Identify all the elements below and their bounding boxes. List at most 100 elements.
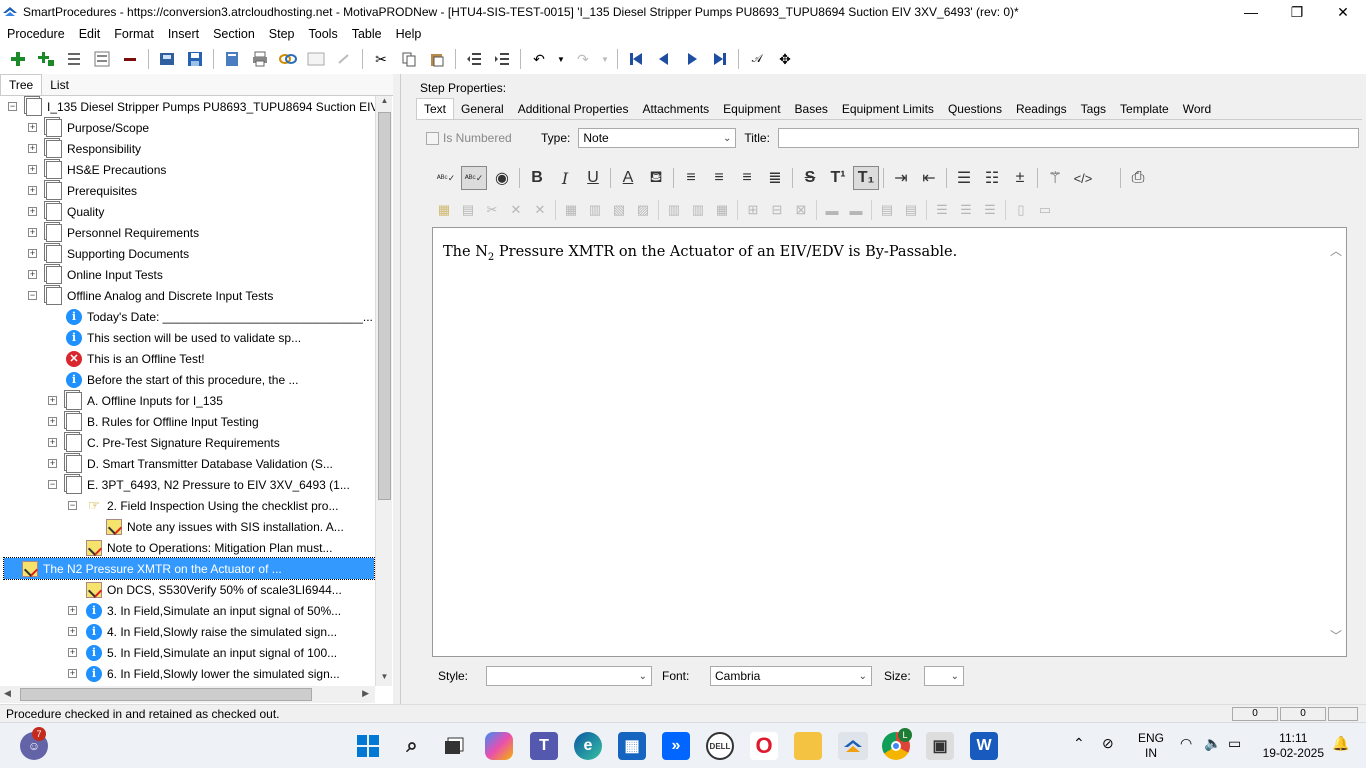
tab-general[interactable]: General <box>454 99 511 119</box>
tab-bases[interactable]: Bases <box>788 99 835 119</box>
font-select[interactable]: Cambria ⌄ <box>710 666 872 686</box>
save-icon[interactable] <box>184 48 206 70</box>
teams-icon[interactable]: T <box>530 732 558 760</box>
checkin-icon[interactable] <box>156 48 178 70</box>
minimize-button[interactable]: — <box>1228 0 1274 24</box>
align-right-icon[interactable]: ≡ <box>734 166 760 190</box>
tab-equipment[interactable]: Equipment <box>716 99 787 119</box>
list-icon[interactable] <box>63 48 85 70</box>
expand-icon[interactable]: + <box>68 648 77 657</box>
undo-dropdown-icon[interactable]: ▼ <box>556 48 566 70</box>
bold-icon[interactable]: B <box>524 166 550 190</box>
scroll-right-icon[interactable]: ▶ <box>362 688 369 699</box>
file-explorer-icon[interactable] <box>794 732 822 760</box>
menu-table[interactable]: Table <box>345 27 389 41</box>
close-button[interactable]: ✕ <box>1320 0 1366 24</box>
expand-icon[interactable]: + <box>68 669 77 678</box>
tab-attachments[interactable]: Attachments <box>635 99 716 119</box>
wifi-icon[interactable]: ◠ <box>1180 735 1192 752</box>
scroll-thumb[interactable] <box>378 112 391 500</box>
expand-icon[interactable]: + <box>28 207 37 216</box>
dell-icon[interactable]: DELL <box>706 732 734 760</box>
tree-item[interactable]: + Supporting Documents <box>28 243 189 264</box>
size-select[interactable]: ⌄ <box>924 666 964 686</box>
expand-icon[interactable]: + <box>68 606 77 615</box>
notifications-icon[interactable]: 🔔 <box>1332 735 1349 752</box>
search-icon[interactable]: ⌕ <box>398 732 426 760</box>
strikethrough-icon[interactable]: S <box>797 166 823 190</box>
copilot-icon[interactable] <box>485 732 513 760</box>
tab-equipment-limits[interactable]: Equipment Limits <box>835 99 941 119</box>
numbered-list-icon[interactable]: ☷ <box>979 166 1005 190</box>
tab-readings[interactable]: Readings <box>1009 99 1074 119</box>
export-icon[interactable] <box>221 48 243 70</box>
tree-item[interactable]: − E. 3PT_6493, N2 Pressure to EIV 3XV_649… <box>48 474 350 495</box>
tab-tags[interactable]: Tags <box>1074 99 1113 119</box>
opera-icon[interactable]: O <box>750 732 778 760</box>
insert-symbol-icon[interactable]: ± <box>1007 166 1033 190</box>
menu-procedure[interactable]: Procedure <box>0 27 72 41</box>
fill-color-icon[interactable]: ⛾ <box>643 166 669 190</box>
cut-icon[interactable]: ✂ <box>370 48 392 70</box>
next-step-icon[interactable] <box>681 48 703 70</box>
font-color-icon[interactable]: A <box>615 166 641 190</box>
tree-item[interactable]: Note any issues with SIS installation. A… <box>88 516 344 537</box>
align-center-icon[interactable]: ≡ <box>706 166 732 190</box>
tree-item[interactable]: − I_135 Diesel Stripper Pumps PU8693_TUPU… <box>8 96 375 117</box>
tree-item[interactable]: The N2 Pressure XMTR on the Actuator of … <box>3 557 375 580</box>
print-preview-icon[interactable]: ⎙ <box>1125 166 1151 190</box>
previous-step-icon[interactable] <box>653 48 675 70</box>
tab-tree[interactable]: Tree <box>0 74 43 95</box>
tree-item[interactable]: + Purpose/Scope <box>28 117 149 138</box>
properties-icon[interactable] <box>91 48 113 70</box>
tree-item[interactable]: i Before the start of this procedure, the… <box>48 369 298 390</box>
expand-icon[interactable]: + <box>28 270 37 279</box>
tab-questions[interactable]: Questions <box>941 99 1009 119</box>
tree-item[interactable]: + Prerequisites <box>28 180 137 201</box>
expand-icon[interactable]: + <box>48 459 57 468</box>
outdent-icon[interactable] <box>463 48 485 70</box>
link-icon[interactable] <box>277 48 299 70</box>
expand-icon[interactable]: + <box>28 228 37 237</box>
scroll-left-icon[interactable]: ◀ <box>4 688 11 699</box>
italic-icon[interactable]: I <box>552 166 578 190</box>
tree-horizontal-scrollbar[interactable]: ◀ ▶ <box>0 686 375 703</box>
paste-icon[interactable] <box>426 48 448 70</box>
align-left-icon[interactable]: ≡ <box>678 166 704 190</box>
start-icon[interactable] <box>354 732 382 760</box>
spell-check-icon[interactable]: 𝒜 <box>746 48 768 70</box>
tab-template[interactable]: Template <box>1113 99 1176 119</box>
tree-item[interactable]: On DCS, S530Verify 50% of scale3LI6944..… <box>68 579 342 600</box>
menu-section[interactable]: Section <box>206 27 262 41</box>
tree-item[interactable]: + Online Input Tests <box>28 264 163 285</box>
tab-word[interactable]: Word <box>1176 99 1218 119</box>
delete-icon[interactable] <box>119 48 141 70</box>
tree-item[interactable]: + Personnel Requirements <box>28 222 199 243</box>
tree-item[interactable]: + D. Smart Transmitter Database Validatio… <box>48 453 333 474</box>
indent-right-icon[interactable]: ⇥ <box>888 166 914 190</box>
menu-step[interactable]: Step <box>262 27 302 41</box>
form-icon[interactable] <box>305 48 327 70</box>
tree-item[interactable]: + i 3. In Field,Simulate an input signal o… <box>68 600 341 621</box>
indent-left-icon[interactable]: ⇤ <box>916 166 942 190</box>
collapse-icon[interactable]: − <box>68 501 77 510</box>
network-status-icon[interactable]: ⊘ <box>1102 735 1114 752</box>
tree-item[interactable]: − Offline Analog and Discrete Input Tests <box>28 285 273 306</box>
title-input[interactable] <box>777 128 1359 148</box>
style-select[interactable]: ⌄ <box>486 666 652 686</box>
tree-vertical-scrollbar[interactable]: ▲ ▼ <box>375 96 392 686</box>
first-step-icon[interactable] <box>625 48 647 70</box>
tab-additional-properties[interactable]: Additional Properties <box>511 99 636 119</box>
insert-table-icon[interactable]: ▦ <box>433 200 455 220</box>
tab-list[interactable]: List <box>42 75 77 95</box>
volume-icon[interactable]: 🔈 <box>1204 735 1221 752</box>
task-view-icon[interactable] <box>440 732 468 760</box>
collapse-icon[interactable]: − <box>8 102 17 111</box>
menu-insert[interactable]: Insert <box>161 27 206 41</box>
menu-format[interactable]: Format <box>107 27 161 41</box>
last-step-icon[interactable] <box>709 48 731 70</box>
expand-icon[interactable]: + <box>28 249 37 258</box>
tree-item[interactable]: − ☞ 2. Field Inspection Using the checklis… <box>68 495 338 516</box>
indent-icon[interactable] <box>491 48 513 70</box>
tree-item[interactable]: + Responsibility <box>28 138 141 159</box>
